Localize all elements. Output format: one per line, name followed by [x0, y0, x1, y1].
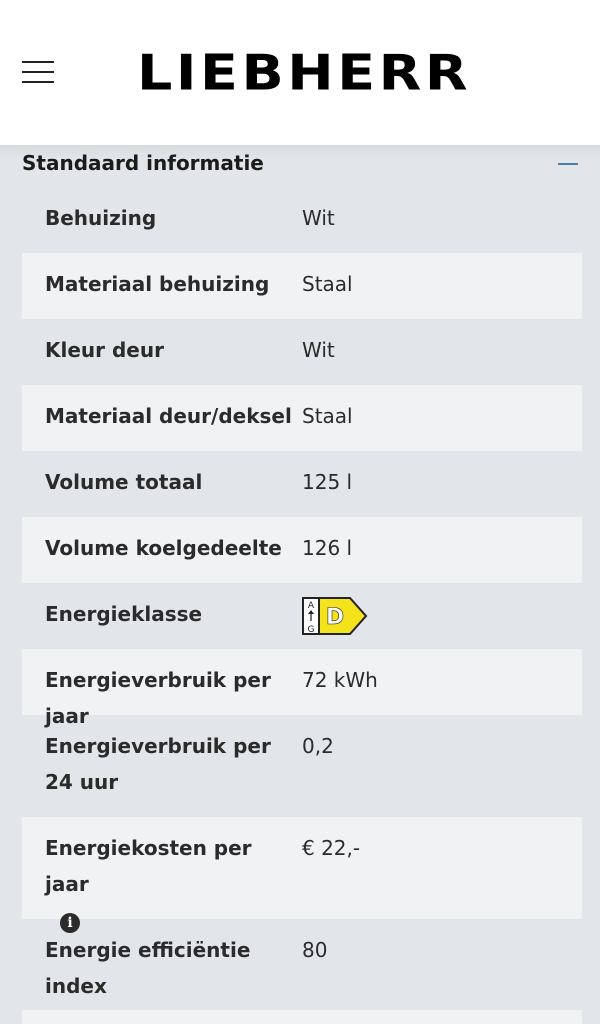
spec-value: Wit [302, 206, 335, 230]
spec-label: Materiaal deur/deksel [45, 404, 292, 428]
section-header[interactable]: Standaard informatie [0, 145, 600, 193]
spec-label: Energieverbruik per 24 uur [45, 734, 271, 794]
spec-row: Energiekosten per jaar i € 22,- [22, 817, 582, 933]
spec-row: Volume koelgedeelte 126 l [22, 517, 582, 583]
spec-value: Staal [302, 404, 353, 428]
spec-label: Volume koelgedeelte [45, 536, 282, 560]
spec-row: Energieverbruik per 24 uur 0,2 [22, 715, 582, 817]
spec-table: Behuizing Wit Materiaal behuizing Staal … [22, 187, 582, 998]
energy-class-label-icon[interactable]: A G D [302, 597, 368, 635]
energy-scale-bottom: G [308, 625, 315, 635]
spec-value: € 22,- [302, 836, 361, 860]
spec-value: 72 kWh [302, 668, 378, 692]
spec-value: Staal [302, 272, 353, 296]
spec-label: Volume totaal [45, 470, 203, 494]
hamburger-menu-icon[interactable] [22, 61, 54, 85]
spec-row: Energieverbruik per jaar 72 kWh [22, 649, 582, 728]
spec-row: Materiaal behuizing Staal [22, 253, 582, 319]
spec-value: 126 l [302, 536, 353, 560]
spec-value: 125 l [302, 470, 353, 494]
liebherr-logo[interactable]: LIEBHERR [137, 46, 526, 101]
spec-label-text: Energiekosten per jaar [45, 836, 252, 896]
minus-icon[interactable] [558, 163, 578, 165]
spec-row: Energie efficiëntie index 80 [22, 919, 582, 998]
spec-row: Volume totaal 125 l [22, 451, 582, 517]
spec-value: Wit [302, 338, 335, 362]
spec-label: Energie efficiëntie index [45, 938, 251, 998]
spec-value: 0,2 [302, 734, 334, 758]
spec-label: Materiaal behuizing [45, 272, 270, 296]
spec-row: Energieklasse A G D [22, 583, 582, 649]
energy-scale-top: A [308, 601, 315, 611]
section-title: Standaard informatie [22, 151, 264, 175]
next-row-partial [22, 1010, 582, 1024]
spec-label: Kleur deur [45, 338, 164, 362]
energy-class-value: D [326, 605, 344, 630]
spec-row: Materiaal deur/deksel Staal [22, 385, 582, 451]
standard-info-section: Standaard informatie Behuizing Wit Mater… [0, 145, 600, 1024]
spec-value: 80 [302, 938, 328, 962]
site-header: LIEBHERR [0, 0, 600, 145]
spec-row: Behuizing Wit [22, 187, 582, 253]
spec-row: Kleur deur Wit [22, 319, 582, 385]
spec-label: Behuizing [45, 206, 157, 230]
spec-label: Energieklasse [45, 602, 203, 626]
